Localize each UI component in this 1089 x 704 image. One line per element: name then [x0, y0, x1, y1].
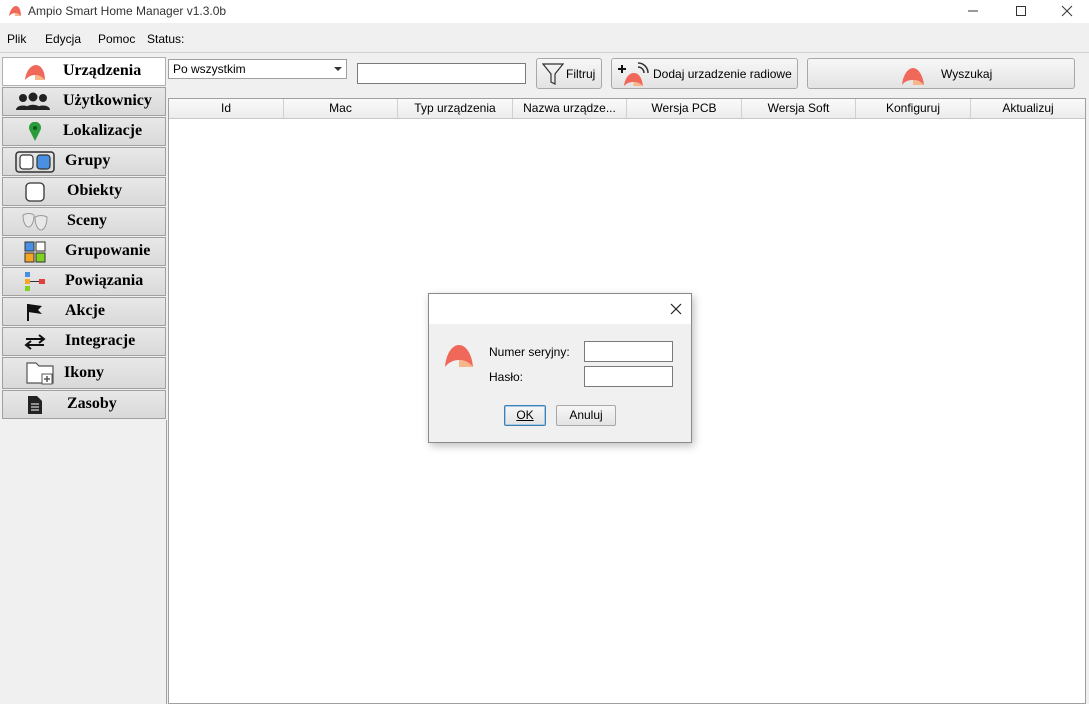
sidebar-item-label: Obiekty	[67, 182, 123, 199]
sidebar-item-label: Grupy	[65, 152, 111, 169]
sidebar: Urządzenia Użytkownicy Lokalizacje Grupy…	[1, 56, 167, 704]
sidebar-item-label: Powiązania	[65, 272, 144, 289]
minimize-button[interactable]	[950, 0, 995, 22]
sidebar-item-grupy[interactable]: Grupy	[2, 147, 166, 176]
sidebar-item-grupowanie[interactable]: Grupowanie	[2, 237, 166, 266]
ok-button-label: OK	[516, 408, 534, 422]
password-input[interactable]	[584, 366, 673, 387]
search-button[interactable]: Wyszukaj	[807, 58, 1075, 89]
sidebar-item-label: Użytkownicy	[63, 92, 152, 109]
sidebar-item-akcje[interactable]: Akcje	[2, 297, 166, 326]
menu-separator	[0, 52, 1089, 53]
login-dialog: Numer seryjny: Hasło: OK Anuluj	[428, 293, 692, 443]
close-button[interactable]	[1044, 0, 1089, 22]
sidebar-item-label: Ikony	[64, 364, 105, 381]
column-header-device-name[interactable]: Nazwa urządze...	[513, 99, 627, 118]
maximize-icon	[1015, 6, 1026, 16]
sidebar-item-zasoby[interactable]: Zasoby	[2, 390, 166, 419]
serial-number-input[interactable]	[584, 341, 673, 362]
column-header-mac[interactable]: Mac	[284, 99, 398, 118]
flag-icon	[15, 301, 55, 323]
add-radio-device-label: Dodaj urzadzenie radiowe	[653, 67, 792, 81]
sidebar-item-sceny[interactable]: Sceny	[2, 207, 166, 236]
search-input[interactable]	[357, 63, 526, 84]
map-pin-icon	[15, 121, 55, 143]
users-icon	[13, 91, 53, 113]
document-icon	[15, 394, 55, 416]
sidebar-item-label: Lokalizacje	[63, 122, 143, 139]
ok-button[interactable]: OK	[504, 405, 546, 426]
cancel-button-label: Anuluj	[569, 408, 603, 422]
column-header-id[interactable]: Id	[169, 99, 284, 118]
menu-bar: Plik Edycja Pomoc Status:	[0, 28, 1089, 50]
sidebar-item-label: Zasoby	[67, 395, 117, 412]
column-header-update[interactable]: Aktualizuj	[971, 99, 1085, 118]
dialog-title-bar	[429, 294, 691, 324]
column-header-pcb-version[interactable]: Wersja PCB	[627, 99, 742, 118]
object-icon	[15, 181, 55, 203]
close-icon	[1061, 5, 1072, 17]
filter-select[interactable]: Po wszystkim	[168, 59, 347, 79]
password-label: Hasło:	[489, 370, 524, 384]
table-header: Id Mac Typ urządzenia Nazwa urządze... W…	[169, 99, 1085, 119]
sidebar-item-powiazania[interactable]: Powiązania	[2, 267, 166, 296]
search-button-label: Wyszukaj	[941, 67, 993, 81]
chevron-down-icon	[334, 67, 342, 71]
column-header-soft-version[interactable]: Wersja Soft	[742, 99, 856, 118]
ampio-logo-icon	[9, 6, 21, 16]
filter-button[interactable]: Filtruj	[536, 58, 602, 89]
links-icon	[15, 271, 55, 293]
column-header-device-type[interactable]: Typ urządzenia	[398, 99, 513, 118]
funnel-icon	[542, 63, 564, 85]
menu-edycja[interactable]: Edycja	[45, 32, 81, 46]
sidebar-item-label: Sceny	[67, 212, 107, 229]
sidebar-item-urzadzenia[interactable]: Urządzenia	[2, 57, 166, 86]
title-bar: Ampio Smart Home Manager v1.3.0b	[0, 0, 1089, 23]
theater-masks-icon	[15, 211, 55, 233]
add-radio-device-icon	[618, 62, 649, 86]
grouping-icon	[15, 241, 55, 263]
sidebar-item-uzytkownicy[interactable]: Użytkownicy	[2, 87, 166, 116]
status-label: Status:	[147, 32, 185, 46]
minimize-icon	[967, 10, 978, 12]
filter-button-label: Filtruj	[566, 67, 596, 81]
sidebar-item-obiekty[interactable]: Obiekty	[2, 177, 166, 206]
menu-plik[interactable]: Plik	[7, 32, 26, 46]
app-window: Ampio Smart Home Manager v1.3.0b Plik Ed…	[0, 0, 1089, 704]
serial-number-label: Numer seryjny:	[489, 345, 570, 359]
sidebar-item-label: Akcje	[65, 302, 105, 319]
sidebar-item-label: Urządzenia	[63, 62, 142, 79]
cancel-button[interactable]: Anuluj	[556, 405, 616, 426]
sidebar-item-integracje[interactable]: Integracje	[2, 327, 166, 356]
filter-select-value: Po wszystkim	[173, 62, 246, 76]
ampio-logo-icon	[445, 345, 473, 367]
sidebar-item-lokalizacje[interactable]: Lokalizacje	[2, 117, 166, 146]
sidebar-item-ikony[interactable]: Ikony	[2, 357, 166, 389]
dialog-close-button[interactable]	[667, 300, 685, 318]
window-title: Ampio Smart Home Manager v1.3.0b	[28, 4, 227, 18]
add-folder-icon	[19, 361, 63, 385]
close-icon	[670, 303, 682, 315]
ampio-logo-icon	[902, 68, 924, 85]
ampio-logo-icon	[15, 61, 55, 83]
groups-icon	[15, 151, 55, 173]
column-header-configure[interactable]: Konfiguruj	[856, 99, 971, 118]
add-radio-device-button[interactable]: Dodaj urzadzenie radiowe	[611, 58, 798, 89]
maximize-button[interactable]	[998, 0, 1043, 22]
menu-pomoc[interactable]: Pomoc	[98, 32, 135, 46]
sidebar-item-label: Grupowanie	[65, 242, 151, 259]
sidebar-empty-area	[1, 420, 167, 704]
sidebar-item-label: Integracje	[65, 332, 136, 349]
swap-arrows-icon	[15, 331, 55, 353]
